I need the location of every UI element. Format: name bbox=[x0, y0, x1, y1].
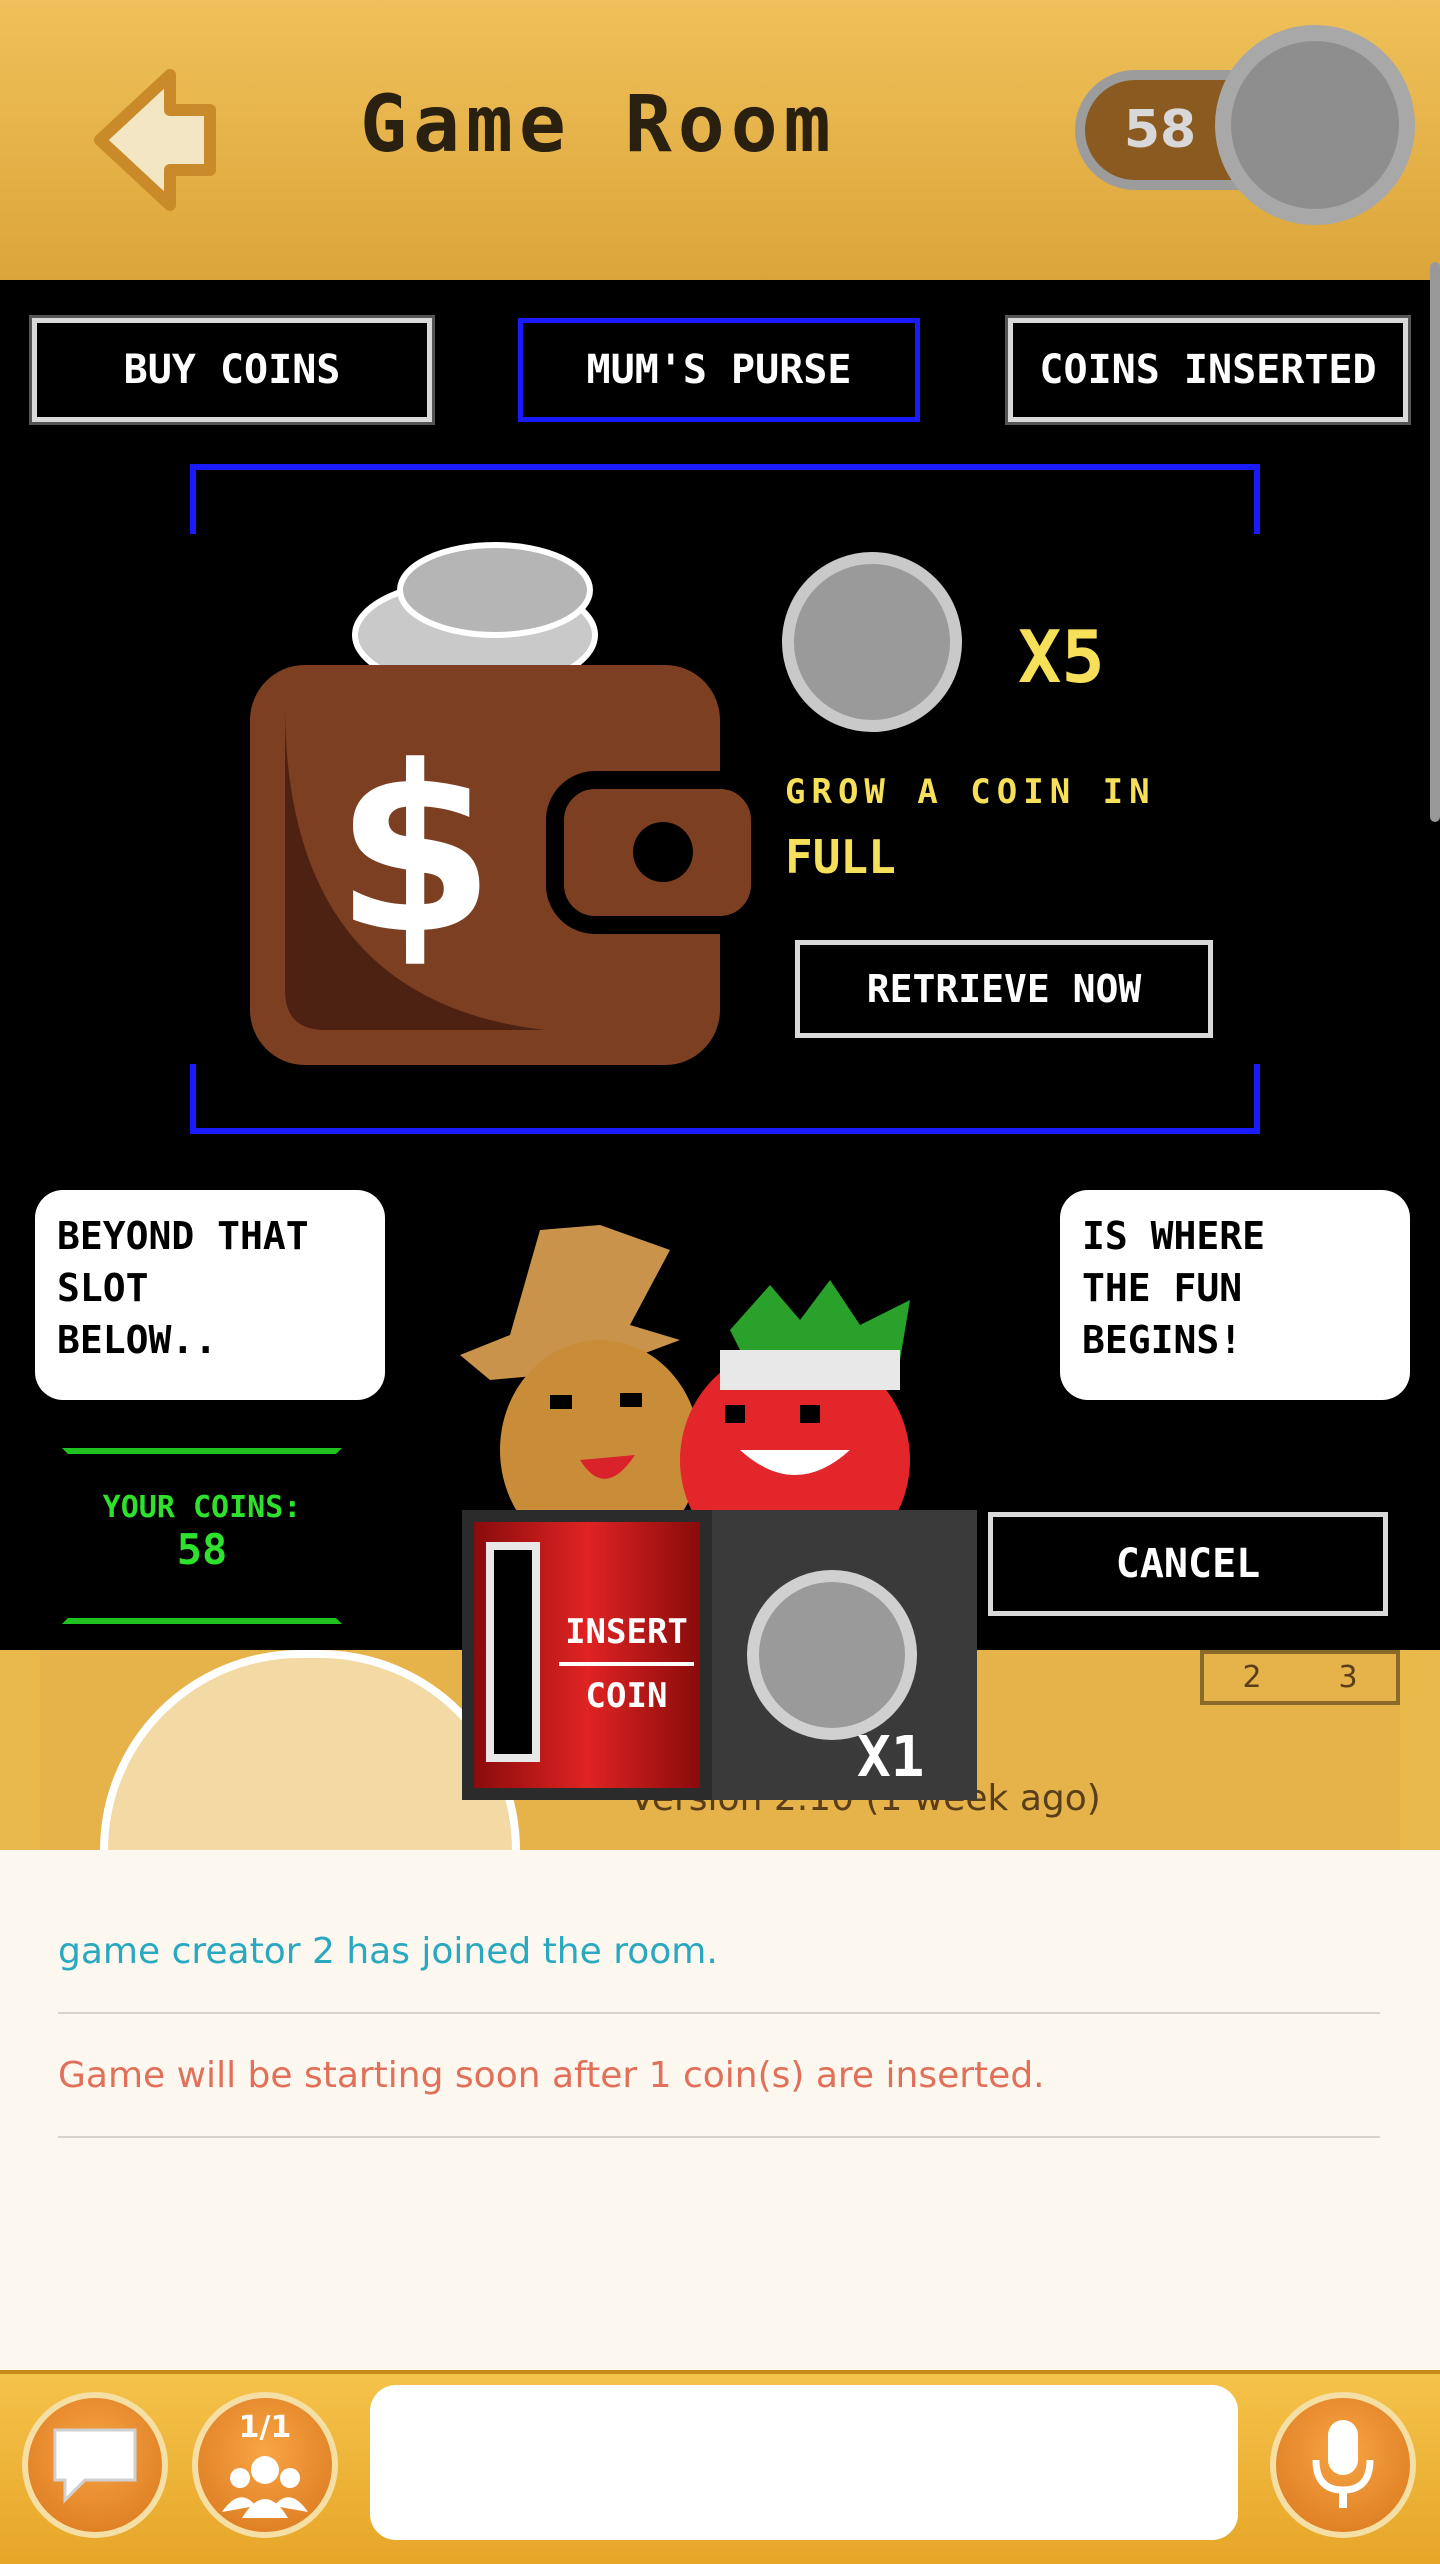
microphone-icon bbox=[1312, 2420, 1374, 2508]
speech-bubble-right: IS WHERE THE FUN BEGINS! bbox=[1060, 1190, 1410, 1400]
speech-bubble-left: BEYOND THAT SLOT BELOW.. bbox=[35, 1190, 385, 1400]
your-coins-label: YOUR COINS: bbox=[102, 1490, 302, 1525]
wallet-icon: $ bbox=[250, 542, 765, 1065]
tab-coins-inserted[interactable]: COINS INSERTED bbox=[1008, 318, 1408, 422]
game-card-number: 2 bbox=[1242, 1660, 1262, 1695]
coin-slot-panel: INSERT COIN bbox=[462, 1510, 712, 1800]
game-thumbnail bbox=[100, 1650, 520, 1850]
coin-slot[interactable]: INSERT COIN bbox=[474, 1522, 700, 1788]
coin-multiplier: X5 bbox=[1018, 615, 1105, 699]
bubble-line: THE FUN bbox=[1082, 1266, 1243, 1310]
cancel-button[interactable]: CANCEL bbox=[988, 1512, 1388, 1616]
users-count: 1/1 bbox=[238, 2410, 292, 2445]
insert-coin-line: INSERT bbox=[559, 1602, 694, 1666]
coin-cost-panel: X1 bbox=[712, 1510, 977, 1800]
bubble-line: BELOW.. bbox=[57, 1318, 218, 1362]
purse-status: FULL bbox=[785, 830, 896, 884]
chat-message: Game will be starting soon after 1 coin(… bbox=[58, 2014, 1380, 2138]
chat-toggle-button[interactable] bbox=[22, 2392, 168, 2538]
tab-buy-coins[interactable]: BUY COINS bbox=[32, 318, 432, 422]
scrollbar[interactable] bbox=[1430, 262, 1440, 822]
chat-bubble-icon bbox=[53, 2428, 137, 2504]
chat-message: game creator 2 has joined the room. bbox=[58, 1890, 1380, 2014]
tab-mums-purse[interactable]: MUM'S PURSE bbox=[518, 318, 920, 422]
coin-icon bbox=[747, 1570, 917, 1740]
svg-text:$: $ bbox=[335, 718, 495, 985]
your-coins-box: YOUR COINS: 58 bbox=[62, 1448, 342, 1624]
coin-count: 58 bbox=[1123, 100, 1197, 160]
page-title: Game Room bbox=[360, 80, 837, 170]
your-coins-value: 58 bbox=[176, 1525, 228, 1574]
back-arrow-icon[interactable] bbox=[60, 50, 240, 230]
game-card-number: 3 bbox=[1338, 1660, 1358, 1695]
coin-icon bbox=[782, 552, 962, 732]
microphone-button[interactable] bbox=[1270, 2392, 1416, 2538]
chat-input[interactable] bbox=[370, 2385, 1238, 2540]
insert-coin-line: COIN bbox=[585, 1676, 668, 1716]
users-button[interactable]: 1/1 bbox=[192, 2392, 338, 2538]
insert-coin-machine[interactable]: INSERT COIN X1 bbox=[462, 1510, 977, 1800]
insert-coin-label: INSERT COIN bbox=[559, 1602, 694, 1726]
bubble-line: BEGINS! bbox=[1082, 1318, 1243, 1362]
bubble-line: BEYOND THAT bbox=[57, 1214, 309, 1258]
users-icon bbox=[222, 2456, 308, 2518]
mascot-characters bbox=[460, 1225, 910, 1550]
game-card-numbers: 2 3 bbox=[1200, 1650, 1400, 1705]
bubble-line: SLOT bbox=[57, 1266, 149, 1310]
slot-opening bbox=[486, 1542, 540, 1762]
bubble-line: IS WHERE bbox=[1082, 1214, 1266, 1258]
grow-coin-text: GROW A COIN IN bbox=[785, 772, 1156, 812]
coin-cost: X1 bbox=[857, 1725, 925, 1790]
retrieve-now-button[interactable]: RETRIEVE NOW bbox=[795, 940, 1213, 1038]
coin-icon bbox=[1215, 25, 1415, 225]
